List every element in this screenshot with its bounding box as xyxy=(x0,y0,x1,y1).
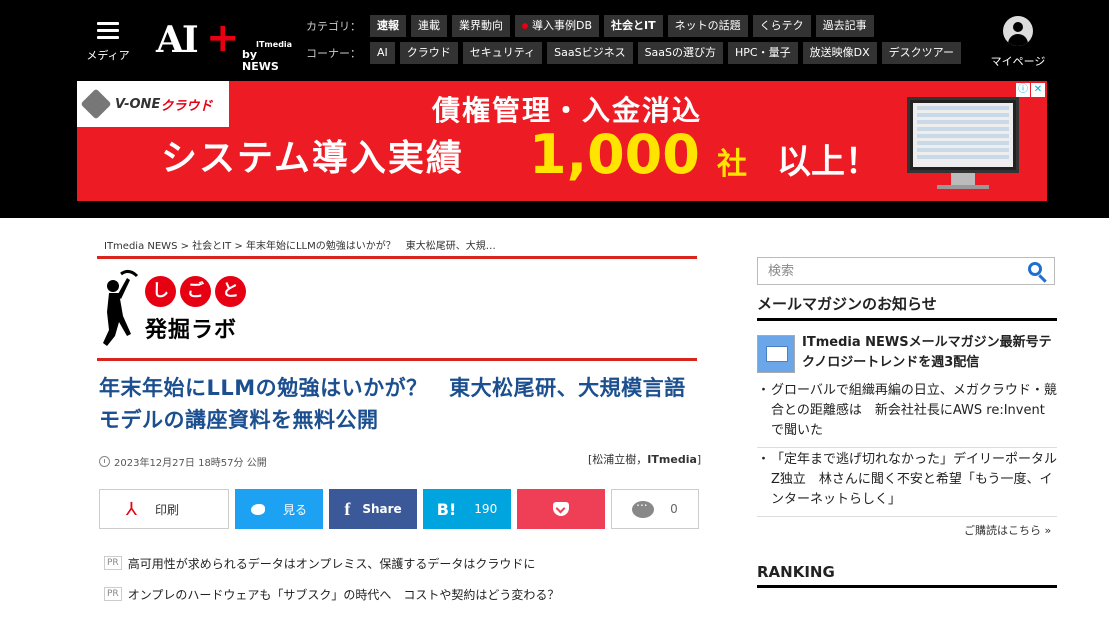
red-dot-icon xyxy=(522,23,528,29)
category-chip-rensai[interactable]: 連載 xyxy=(411,15,447,37)
clock-icon xyxy=(99,456,110,467)
mail-link-item[interactable]: 「定年まで逃げ切れなかった」デイリーポータルZ独立 林さんに聞く不安と希望「もう… xyxy=(757,450,1057,517)
pr-item[interactable]: PR 高可用性が求められるデータはオンプレミス、保護するデータはクラウドに xyxy=(104,555,559,571)
hatena-bookmark-button[interactable]: B! 190 xyxy=(423,489,511,529)
user-avatar-icon xyxy=(1003,16,1033,46)
corner-chip-saas-business[interactable]: SaaSビジネス xyxy=(547,42,633,64)
ranking-title: RANKING xyxy=(757,563,1057,588)
breadcrumb[interactable]: ITmedia NEWS > 社会とIT > 年末年始にLLMの勉強はいかが？ … xyxy=(104,237,496,252)
circle-shi: し xyxy=(145,276,176,307)
subscribe-link[interactable]: ご購読はこちら » xyxy=(964,522,1051,538)
circle-go: ご xyxy=(180,276,211,307)
ad-banner[interactable]: V-ONE クラウド 債権管理・入金消込 システム導入実績 1,000 社 以上！… xyxy=(77,81,1047,201)
pocket-button[interactable] xyxy=(517,489,605,529)
pr-tag: PR xyxy=(104,556,122,570)
ad-info-controls: ⓘ ✕ xyxy=(1015,83,1045,97)
author-name: [松浦立樹， xyxy=(588,453,648,466)
publish-date: 2023年12月27日 18時57分 公開 xyxy=(99,454,267,469)
circle-to: と xyxy=(215,276,246,307)
author-org[interactable]: ITmedia xyxy=(647,453,697,466)
hatena-count: 190 xyxy=(474,502,498,516)
pr-list: PR 高可用性が求められるデータはオンプレミス、保護するデータはクラウドに PR… xyxy=(104,555,559,617)
pocket-icon xyxy=(553,502,569,516)
category-chip-casedb-label: 導入事例DB xyxy=(532,19,593,32)
ad-brand-cloud: クラウド xyxy=(160,98,213,114)
divider-top xyxy=(97,256,697,259)
mail-envelope-icon xyxy=(757,335,795,373)
twitter-bird-icon xyxy=(250,503,265,515)
print-label: 印刷 xyxy=(155,502,180,517)
site-logo[interactable]: AI + ITmedia by NEWS xyxy=(156,15,293,73)
corner-nav: コーナー： AI クラウド セキュリティ SaaSビジネス SaaSの選び方 H… xyxy=(306,42,966,64)
publish-date-text: 2023年12月27日 18時57分 公開 xyxy=(114,458,267,469)
pr-item-text: 高可用性が求められるデータはオンプレミス、保護するデータはクラウドに xyxy=(127,556,536,571)
comment-count: 0 xyxy=(670,502,678,516)
ad-sha: 社 xyxy=(717,147,747,182)
mail-link-item[interactable]: グローバルで組織再編の日立、メガクラウド・競合との距離感は 新会社社長にAWS … xyxy=(757,381,1057,448)
facebook-label: Share xyxy=(362,502,402,516)
category-chip-casedb[interactable]: 導入事例DB xyxy=(515,15,600,37)
corner-chip-cloud[interactable]: クラウド xyxy=(399,42,458,64)
twitter-share-button[interactable]: 見る xyxy=(235,489,323,529)
site-header: メディア AI + ITmedia by NEWS カテゴリ： 速報 連載 業界… xyxy=(0,0,1109,218)
search-input[interactable] xyxy=(758,258,1008,284)
print-button[interactable]: ⅄ 印刷 xyxy=(99,489,229,529)
hamburger-icon xyxy=(97,22,119,39)
media-menu-label: メディア xyxy=(86,49,130,62)
comment-bubble-icon xyxy=(632,495,655,518)
corner-label: コーナー： xyxy=(306,47,361,60)
monitor-base xyxy=(937,185,989,189)
ad-close-icon[interactable]: ✕ xyxy=(1031,83,1045,97)
facebook-icon: f xyxy=(344,498,351,519)
ad-brand-name: V-ONE xyxy=(115,96,161,112)
comment-button[interactable]: 0 xyxy=(611,489,699,529)
print-icon: ⅄ xyxy=(126,498,137,520)
corner-chip-desktour[interactable]: デスクツアー xyxy=(881,42,961,64)
corner-logo-main: 発掘ラボ xyxy=(145,318,238,343)
facebook-share-button[interactable]: f Share xyxy=(329,489,417,529)
corner-logo-circles: し ご と xyxy=(145,276,250,307)
category-chip-sokuho[interactable]: 速報 xyxy=(370,15,406,37)
corner-chip-broadcast[interactable]: 放送映像DX xyxy=(802,42,877,64)
corner-logo[interactable]: し ご と 発掘ラボ xyxy=(97,266,267,352)
mail-magazine-main[interactable]: ITmedia NEWSメールマガジン最新号テクノロジートレンドを週3配信 xyxy=(757,333,1057,373)
category-chip-industry[interactable]: 業界動向 xyxy=(452,15,510,37)
ad-ijou: 以上！ xyxy=(777,142,879,182)
ad-subline: システム導入実績 xyxy=(161,138,464,179)
hatena-icon: B! xyxy=(436,499,457,519)
divider-title xyxy=(97,358,697,361)
category-chip-net[interactable]: ネットの話題 xyxy=(667,15,748,37)
search-icon[interactable] xyxy=(1028,262,1048,283)
category-chip-society[interactable]: 社会とIT xyxy=(604,15,663,37)
logo-plus: + xyxy=(206,15,240,61)
monitor-image xyxy=(907,97,1019,173)
corner-chip-saas-select[interactable]: SaaSの選び方 xyxy=(637,42,724,64)
ad-info-icon[interactable]: ⓘ xyxy=(1016,83,1030,97)
category-label: カテゴリ： xyxy=(306,20,361,33)
vone-logo-icon xyxy=(80,88,112,120)
media-menu-button[interactable]: メディア xyxy=(86,22,130,63)
twitter-label: 見る xyxy=(282,502,307,517)
category-nav: カテゴリ： 速報 連載 業界動向 導入事例DB 社会とIT ネットの話題 くらテ… xyxy=(306,15,879,37)
mail-magazine-title: メールマガジンのお知らせ xyxy=(757,293,1057,321)
ad-brand: V-ONE クラウド xyxy=(77,81,229,127)
pr-tag: PR xyxy=(104,587,122,601)
sidebar-search xyxy=(757,257,1055,285)
corner-chip-hpc[interactable]: HPC・量子 xyxy=(728,42,798,64)
category-chip-kuratech[interactable]: くらテク xyxy=(752,15,811,37)
logo-itmedia: ITmedia xyxy=(256,40,293,49)
digger-figure-icon xyxy=(103,269,139,346)
corner-chip-security[interactable]: セキュリティ xyxy=(462,42,543,64)
mypage-button[interactable]: マイページ xyxy=(988,16,1048,69)
ad-number: 1,000 xyxy=(529,123,700,186)
author-byline: [松浦立樹，ITmedia] xyxy=(588,451,701,467)
logo-by-news: by NEWS xyxy=(242,48,279,73)
mail-magazine-main-text: ITmedia NEWSメールマガジン最新号テクノロジートレンドを週3配信 xyxy=(802,335,1052,370)
article-title: 年末年始にLLMの勉強はいかが？ 東大松尾研、大規模言語モデルの講座資料を無料公… xyxy=(99,376,686,432)
category-chip-archive[interactable]: 過去記事 xyxy=(815,15,874,37)
corner-chip-ai[interactable]: AI xyxy=(370,42,395,64)
mypage-label: マイページ xyxy=(990,55,1046,68)
logo-ai: AI xyxy=(156,19,199,61)
author-suffix: ] xyxy=(696,453,702,466)
